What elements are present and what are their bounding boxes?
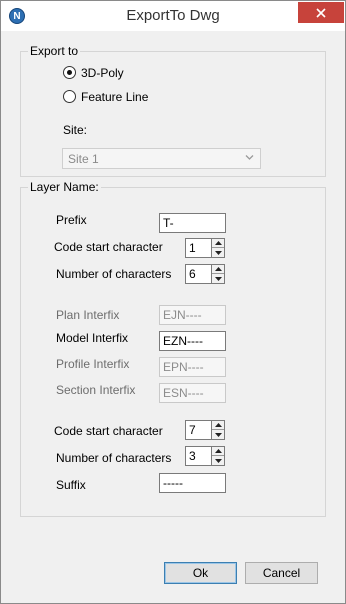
chevron-down-icon [245,155,254,160]
num-chars-spinner-1[interactable]: 6 [185,264,225,284]
layer-name-group-title: Layer Name: [28,180,101,194]
code-start-label-1: Code start character [54,240,163,254]
spin-up-button[interactable] [212,421,224,430]
spin-down-button[interactable] [212,456,224,465]
code-start-spin-buttons-2 [211,420,225,440]
num-chars-spin-buttons-2 [211,446,225,466]
prefix-label: Prefix [56,213,87,227]
code-start-spinner-1[interactable]: 1 [185,238,225,258]
arrow-down-icon [214,432,222,437]
num-chars-label-2: Number of characters [56,451,172,465]
section-interfix-label: Section Interfix [56,383,136,397]
model-interfix-label: Model Interfix [56,331,129,345]
plan-interfix-label: Plan Interfix [56,308,120,322]
site-label: Site: [63,123,88,137]
arrow-down-icon [214,276,222,281]
spin-down-button[interactable] [212,274,224,283]
spin-up-button[interactable] [212,447,224,456]
arrow-down-icon [214,458,222,463]
export-to-group-title: Export to [28,44,81,58]
radio-feature-line[interactable] [63,90,76,103]
arrow-up-icon [214,267,222,271]
profile-interfix-input: EPN---- [159,357,226,377]
spin-up-button[interactable] [212,239,224,248]
spin-up-button[interactable] [212,265,224,274]
plan-interfix-input: EJN---- [159,305,226,325]
spin-down-button[interactable] [212,430,224,439]
radio-3d-poly[interactable] [63,66,76,79]
arrow-up-icon [214,449,222,453]
site-select-value: Site 1 [68,152,99,166]
close-button[interactable] [298,2,344,23]
arrow-up-icon [214,423,222,427]
prefix-input[interactable]: T- [159,213,226,233]
num-chars-spinner-2[interactable]: 3 [185,446,225,466]
model-interfix-input[interactable]: EZN---- [159,331,226,351]
code-start-value-2[interactable]: 7 [185,420,211,440]
code-start-value-1[interactable]: 1 [185,238,211,258]
site-select: Site 1 [62,148,261,169]
radio-feature-line-label[interactable]: Feature Line [81,90,148,104]
code-start-spinner-2[interactable]: 7 [185,420,225,440]
ok-button[interactable]: Ok [164,562,237,584]
num-chars-value-1[interactable]: 6 [185,264,211,284]
export-dialog: N ExportTo Dwg Export to 3D-Poly Feature… [0,0,346,604]
profile-interfix-label: Profile Interfix [56,357,130,371]
num-chars-label-1: Number of characters [56,267,172,281]
arrow-down-icon [214,250,222,255]
cancel-button[interactable]: Cancel [245,562,318,584]
close-icon [316,7,326,18]
suffix-input[interactable]: ----- [159,473,226,493]
spin-down-button[interactable] [212,248,224,257]
suffix-label: Suffix [56,478,86,492]
section-interfix-input: ESN---- [159,383,226,403]
num-chars-spin-buttons-1 [211,264,225,284]
code-start-label-2: Code start character [54,424,163,438]
radio-3d-poly-label[interactable]: 3D-Poly [81,66,124,80]
num-chars-value-2[interactable]: 3 [185,446,211,466]
code-start-spin-buttons-1 [211,238,225,258]
arrow-up-icon [214,241,222,245]
title-bar: N ExportTo Dwg [1,1,345,31]
layer-name-group: Layer Name: [20,180,326,517]
window-title: ExportTo Dwg [126,7,220,24]
